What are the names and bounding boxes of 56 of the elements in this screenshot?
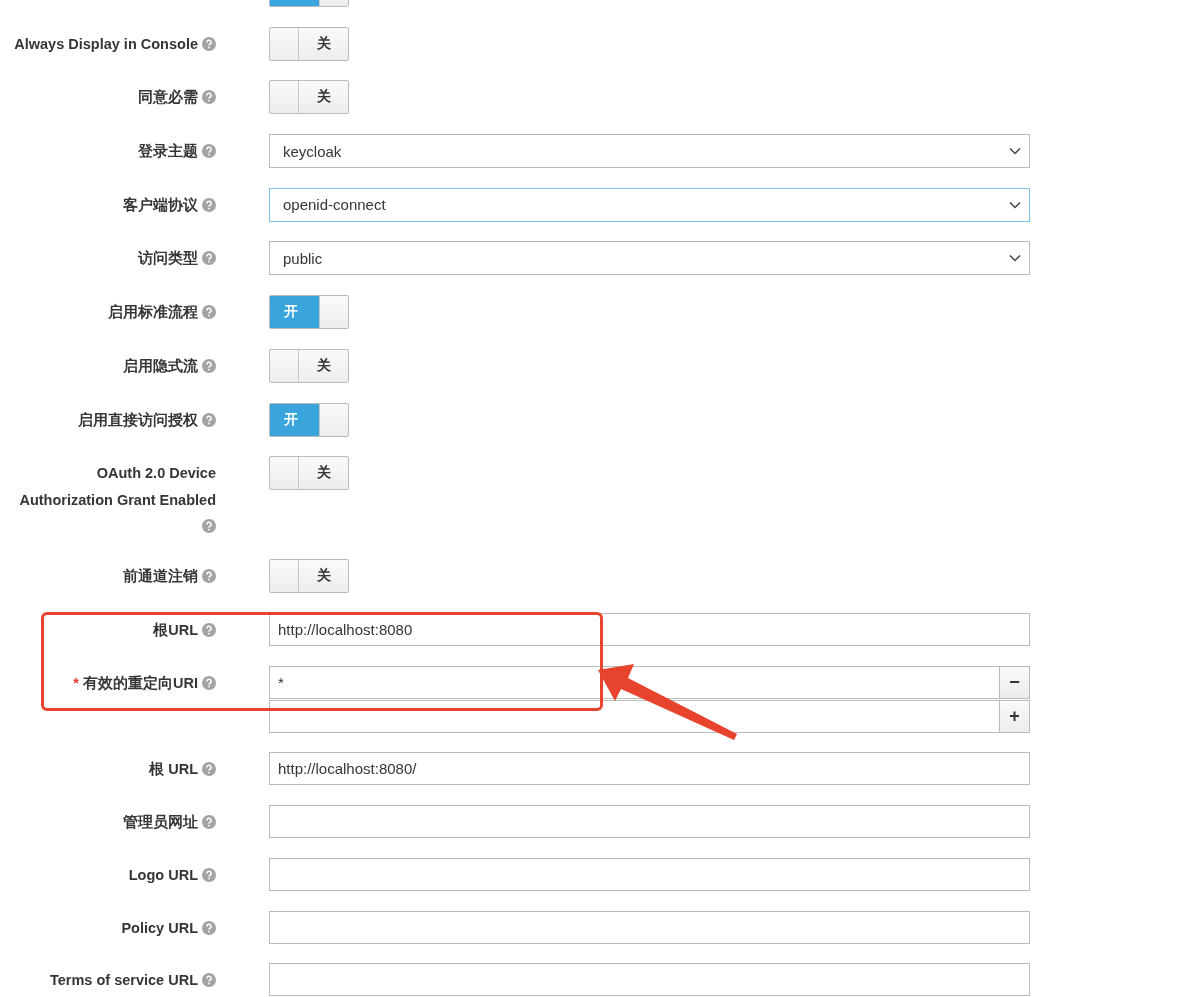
input-field[interactable] (269, 910, 1030, 944)
help-icon[interactable] (202, 867, 216, 882)
field-label: 登录主题 (138, 142, 198, 162)
help-icon[interactable] (202, 412, 216, 427)
help-icon[interactable] (202, 973, 216, 988)
field-label: 根 URL (149, 760, 198, 780)
toggle-switch[interactable]: 关 (269, 559, 349, 594)
input-field[interactable] (269, 857, 1030, 891)
field-label: 客户端协议 (123, 195, 198, 215)
toggle-switch[interactable]: 关 (269, 80, 349, 115)
chevron-down-icon (1009, 147, 1021, 156)
help-icon[interactable] (202, 519, 216, 534)
input-field[interactable] (269, 963, 1030, 997)
help-icon[interactable] (202, 920, 216, 935)
help-icon[interactable] (202, 815, 216, 830)
field-label: Always Display in Console (14, 34, 198, 54)
toggle-switch[interactable]: 关 (269, 26, 349, 61)
help-icon[interactable] (202, 90, 216, 105)
field-label: 有效的重定向URI (83, 673, 198, 693)
help-icon[interactable] (202, 305, 216, 320)
field-label: 访问类型 (138, 249, 198, 269)
field-label: 启用隐式流 (123, 356, 198, 376)
dropdown[interactable]: keycloak (269, 134, 1030, 169)
chevron-down-icon (1009, 254, 1021, 263)
field-label: Logo URL (128, 865, 198, 885)
dropdown[interactable]: public (269, 241, 1030, 276)
help-icon[interactable] (202, 675, 216, 690)
help-icon[interactable] (202, 36, 216, 51)
field-label: Terms of service URL (50, 971, 198, 991)
input-field[interactable] (269, 699, 1000, 733)
help-icon[interactable] (202, 144, 216, 159)
dropdown[interactable]: openid-connect (269, 187, 1030, 222)
add-button[interactable]: + (1000, 699, 1030, 733)
field-label: 启用标准流程 (108, 303, 198, 323)
help-icon[interactable] (202, 197, 216, 212)
toggle-switch[interactable]: 关 (269, 456, 349, 491)
help-icon[interactable] (202, 569, 216, 584)
input-field[interactable]: * (269, 665, 1000, 699)
field-label: 同意必需 (138, 88, 198, 108)
input-field[interactable]: http://localhost:8080 (269, 613, 1030, 647)
input-field[interactable]: http://localhost:8080/ (269, 752, 1030, 786)
field-label: Policy URL (121, 918, 198, 938)
help-icon[interactable] (202, 762, 216, 777)
field-label: OAuth 2.0 Device Authorization Grant Enabled (18, 464, 216, 510)
required-mark: * (73, 673, 79, 693)
input-field[interactable] (269, 805, 1030, 839)
field-label: 前通道注销 (123, 567, 198, 587)
toggle-switch[interactable]: 关 (269, 348, 349, 383)
help-icon[interactable] (202, 358, 216, 373)
help-icon[interactable] (202, 251, 216, 266)
field-label: 管理员网址 (123, 813, 198, 833)
field-label: 启用直接访问授权 (78, 410, 198, 430)
remove-button[interactable]: − (1000, 665, 1030, 699)
chevron-down-icon (1009, 200, 1021, 209)
help-icon[interactable] (202, 623, 216, 638)
field-label: 根URL (153, 621, 198, 641)
